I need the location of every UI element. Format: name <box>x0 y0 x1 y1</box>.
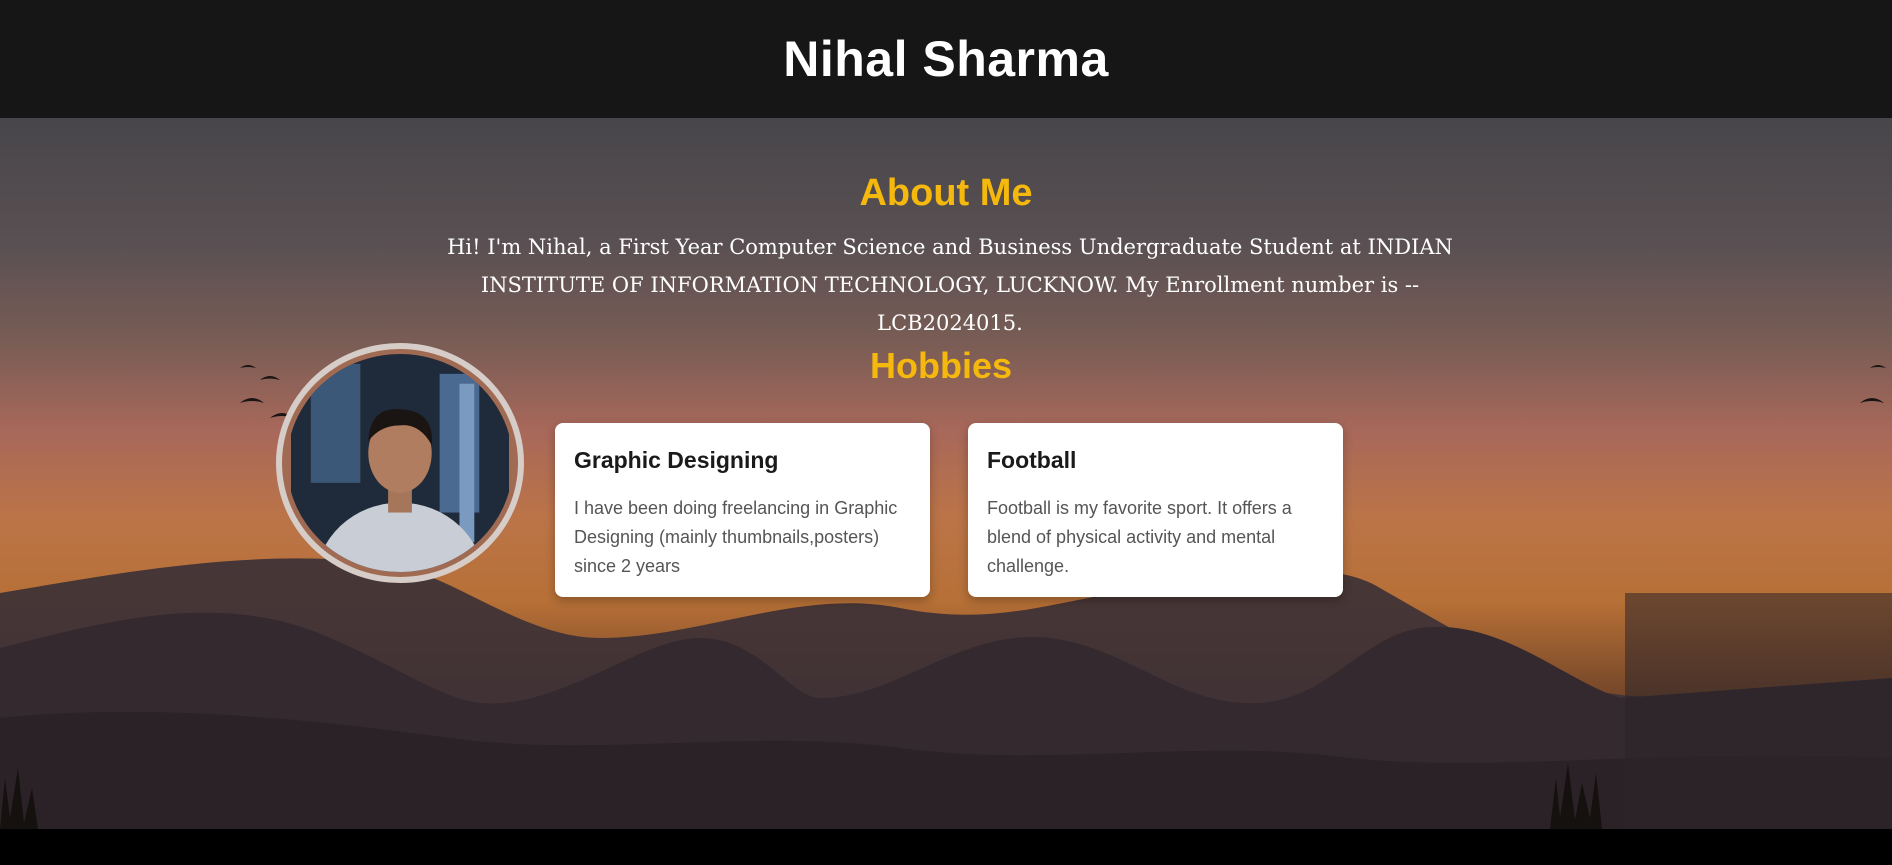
hobby-card-title: Football <box>987 447 1077 473</box>
hobby-card-description: I have been doing freelancing in Graphic… <box>574 498 898 576</box>
hobby-card-title: Graphic Designing <box>574 447 779 473</box>
about-description: Hi! I'm Nihal, a First Year Computer Sci… <box>447 235 1453 335</box>
hobby-card-football: Football Football is my favorite sport. … <box>968 423 1343 597</box>
site-title: Nihal Sharma <box>783 31 1109 87</box>
profile-photo <box>276 343 524 583</box>
about-heading: About Me <box>859 172 1033 214</box>
hobby-card-graphic-designing: Graphic Designing I have been doing free… <box>555 423 930 597</box>
hobby-card-description: Football is my favorite sport. It offers… <box>987 498 1292 576</box>
site-header: Nihal Sharma <box>0 0 1892 118</box>
person-avatar-icon <box>291 354 509 572</box>
hobbies-heading: Hobbies <box>869 345 1012 386</box>
footer-bar <box>0 829 1892 865</box>
